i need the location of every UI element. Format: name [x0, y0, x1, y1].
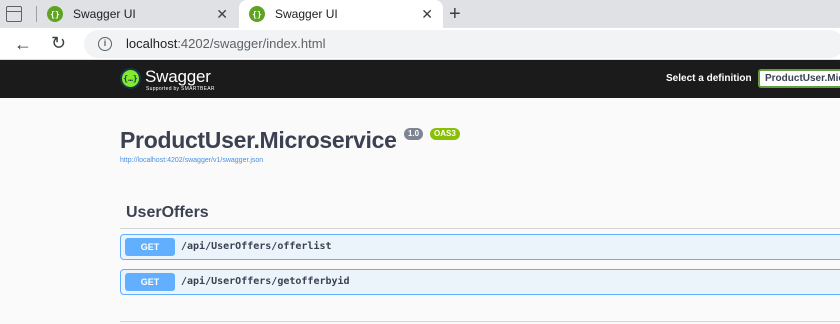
address-bar[interactable]: i localhost:4202/swagger/index.html: [84, 30, 840, 58]
operation-row[interactable]: GET /api/UserOffers/offerlist: [120, 234, 840, 260]
close-tab-icon[interactable]: ✕: [216, 6, 228, 22]
version-badge: 1.0: [404, 128, 424, 140]
tab-actions-icon[interactable]: [6, 6, 22, 22]
api-title: ProductUser.Microservice: [120, 127, 397, 153]
swagger-topbar: {…} Swagger Supported by SMARTBEAR Selec…: [0, 60, 840, 98]
site-info-icon[interactable]: i: [98, 37, 112, 51]
swagger-favicon-icon: {}: [47, 6, 63, 22]
spec-url-link[interactable]: http://localhost:4202/swagger/v1/swagger…: [120, 157, 263, 164]
browser-toolbar: ← ↻ i localhost:4202/swagger/index.html: [0, 28, 840, 60]
browser-tab-2[interactable]: {} Swagger UI ✕: [239, 0, 443, 28]
reload-icon[interactable]: ↻: [51, 33, 66, 53]
browser-tab-bar: {} Swagger UI ✕ {} Swagger UI ✕ +: [0, 0, 840, 28]
url-host: localhost: [126, 36, 178, 51]
close-tab-icon[interactable]: ✕: [421, 6, 433, 22]
definition-select[interactable]: ProductUser.Microservice v1: [758, 69, 840, 88]
tab-title: Swagger UI: [275, 7, 338, 21]
new-tab-button[interactable]: +: [449, 3, 461, 25]
back-arrow-icon[interactable]: ←: [14, 34, 32, 54]
tag-divider: [120, 228, 840, 229]
swagger-logo-icon[interactable]: {…}: [120, 68, 141, 89]
oas-badge: OAS3: [430, 128, 460, 140]
operation-row[interactable]: GET /api/UserOffers/getofferbyid: [120, 269, 840, 295]
section-divider: [120, 321, 840, 322]
tag-title[interactable]: UserOffers: [126, 204, 209, 222]
browser-tab-1[interactable]: {} Swagger UI ✕: [37, 0, 238, 28]
operation-path: /api/UserOffers/getofferbyid: [181, 276, 350, 287]
definition-label: Select a definition: [666, 73, 752, 84]
operation-path: /api/UserOffers/offerlist: [181, 241, 332, 252]
swagger-logo-subtitle: Supported by SMARTBEAR: [146, 86, 215, 92]
tab-title: Swagger UI: [73, 7, 136, 21]
url-text[interactable]: localhost:4202/swagger/index.html: [126, 36, 325, 51]
url-path: :4202/swagger/index.html: [177, 36, 326, 51]
method-badge: GET: [125, 273, 175, 291]
method-badge: GET: [125, 238, 175, 256]
swagger-favicon-icon: {}: [249, 6, 265, 22]
swagger-logo-text[interactable]: Swagger: [145, 67, 211, 87]
